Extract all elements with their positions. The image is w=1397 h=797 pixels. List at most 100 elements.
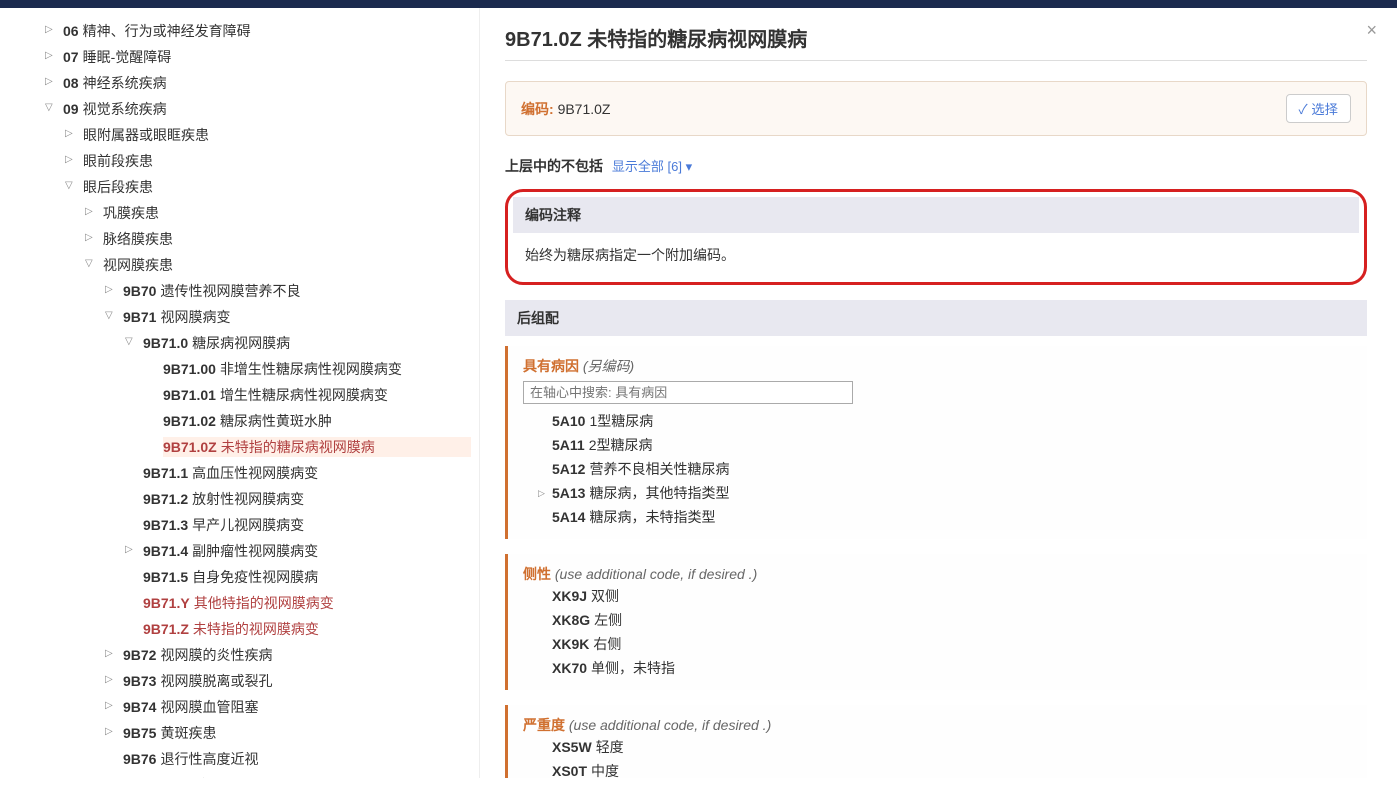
tree-toggle-icon[interactable]: ▽ xyxy=(45,102,59,113)
tree-label[interactable]: 9B71.0糖尿病视网膜病 xyxy=(143,333,471,353)
tree-label[interactable]: 9B71.Y其他特指的视网膜病变 xyxy=(143,593,471,613)
tree-item[interactable]: 9B71.01增生性糖尿病性视网膜病变 xyxy=(45,382,471,408)
tree-item[interactable]: 9B71.2放射性视网膜病变 xyxy=(45,486,471,512)
tree-item[interactable]: ▽ 眼后段疾患 xyxy=(45,174,471,200)
tree-label[interactable]: 09视觉系统疾病 xyxy=(63,99,471,119)
axis-search-input[interactable] xyxy=(523,381,853,404)
code-list-item[interactable]: 5A101型糖尿病 xyxy=(538,409,1352,433)
tree-toggle-icon[interactable]: ▽ xyxy=(125,336,139,347)
tree-toggle-icon[interactable]: ▷ xyxy=(125,544,139,555)
tree-label[interactable]: 9B71.3早产儿视网膜病变 xyxy=(143,515,471,535)
tree-item[interactable]: ▷ 9B75黄斑疾患 xyxy=(45,720,471,746)
tree-label[interactable]: 眼附属器或眼眶疾患 xyxy=(83,125,471,145)
tree-label[interactable]: 9B75黄斑疾患 xyxy=(123,723,471,743)
tree-item[interactable]: 9B71.00非增生性糖尿病性视网膜病变 xyxy=(45,356,471,382)
code-list-item[interactable]: XS0T中度 xyxy=(538,759,1352,778)
tree-item[interactable]: ▷ 眼附属器或眼眶疾患 xyxy=(45,122,471,148)
tree-label[interactable]: 9B71.0Z未特指的糖尿病视网膜病 xyxy=(163,437,471,457)
code-list-item[interactable]: XK9J双侧 xyxy=(538,584,1352,608)
tree-label[interactable]: 9B73视网膜脱离或裂孔 xyxy=(123,671,471,691)
tree-item[interactable]: ▷ 07睡眠-觉醒障碍 xyxy=(45,44,471,70)
tree-label[interactable]: 9B71.4副肿瘤性视网膜病变 xyxy=(143,541,471,561)
tree-item[interactable]: ▷ 巩膜疾患 xyxy=(45,200,471,226)
tree-label[interactable]: 9B71.01增生性糖尿病性视网膜病变 xyxy=(163,385,471,405)
tree-toggle-icon[interactable]: ▷ xyxy=(45,76,59,87)
tree-label[interactable]: 巩膜疾患 xyxy=(103,203,471,223)
tree-item[interactable]: ▷ 9B70遗传性视网膜营养不良 xyxy=(45,278,471,304)
tree-toggle-icon[interactable]: ▷ xyxy=(45,24,59,35)
code-list-item[interactable]: 5A112型糖尿病 xyxy=(538,433,1352,457)
tree-item[interactable]: ▷ 9B71.4副肿瘤性视网膜病变 xyxy=(45,538,471,564)
tree-toggle-icon[interactable]: ▷ xyxy=(105,648,119,659)
tree-toggle-icon[interactable]: ▷ xyxy=(65,128,79,139)
tree-item[interactable]: ▽ 09视觉系统疾病 xyxy=(45,96,471,122)
tree-label[interactable]: 9B71视网膜病变 xyxy=(123,307,471,327)
code-list-item[interactable]: XK70单侧，未特指 xyxy=(538,656,1352,680)
select-button[interactable]: ✓ 选择 xyxy=(1286,94,1351,123)
tree-toggle-icon[interactable]: ▷ xyxy=(105,674,119,685)
code-list-item[interactable]: ▷5A13糖尿病，其他特指类型 xyxy=(538,481,1352,505)
tree-label[interactable]: 9B71.5自身免疫性视网膜病 xyxy=(143,567,471,587)
tree-item[interactable]: ▷ 9B74视网膜血管阻塞 xyxy=(45,694,471,720)
tree-item[interactable]: 9B76退行性高度近视 xyxy=(45,746,471,772)
postcoord-group: 严重度 (use additional code, if desired .)X… xyxy=(505,705,1367,778)
tree-toggle-icon[interactable]: ▷ xyxy=(65,154,79,165)
code-list-item[interactable]: XK8G左侧 xyxy=(538,608,1352,632)
tree-item[interactable]: ▽ 9B71视网膜病变 xyxy=(45,304,471,330)
tree-toggle-icon[interactable]: ▷ xyxy=(85,206,99,217)
tree-item[interactable]: ▷ 06精神、行为或神经发育障碍 xyxy=(45,18,471,44)
tree-toggle-icon[interactable]: ▷ xyxy=(105,284,119,295)
tree-item[interactable]: ▷ 脉络膜疾患 xyxy=(45,226,471,252)
tree-item[interactable]: 9B71.Z未特指的视网膜病变 xyxy=(45,616,471,642)
tree-sidebar[interactable]: ▷ 06精神、行为或神经发育障碍 ▷ 07睡眠-觉醒障碍 ▷ 08神经系统疾病 ▽ 09视觉系… xyxy=(0,8,480,778)
code-list-item[interactable]: 5A14糖尿病，未特指类型 xyxy=(538,505,1352,529)
code-label: 编码: xyxy=(521,101,554,117)
tree-item[interactable]: 9B71.3早产儿视网膜病变 xyxy=(45,512,471,538)
group-subtitle: (use additional code, if desired .) xyxy=(555,566,757,582)
tree-label[interactable]: 视网膜疾患 xyxy=(103,255,471,275)
tree-item[interactable]: 9B71.02糖尿病性黄斑水肿 xyxy=(45,408,471,434)
tree-label[interactable]: 07睡眠-觉醒障碍 xyxy=(63,47,471,67)
postcoord-group: 侧性 (use additional code, if desired .)XK… xyxy=(505,554,1367,690)
tree-item[interactable]: ▷ 9B72视网膜的炎性疾病 xyxy=(45,642,471,668)
tree-toggle-icon[interactable]: ▷ xyxy=(45,50,59,61)
chevron-down-icon: ▾ xyxy=(686,159,693,174)
tree-item[interactable]: ▷ 08神经系统疾病 xyxy=(45,70,471,96)
tree-toggle-icon[interactable]: ▽ xyxy=(65,180,79,191)
tree-toggle-icon[interactable]: ▽ xyxy=(105,310,119,321)
tree-label[interactable]: 06精神、行为或神经发育障碍 xyxy=(63,21,471,41)
tree-label[interactable]: 9B71.Z未特指的视网膜病变 xyxy=(143,619,471,639)
tree-item[interactable]: ▽ 9B71.0糖尿病视网膜病 xyxy=(45,330,471,356)
tree-item[interactable]: ▽ 视网膜疾患 xyxy=(45,252,471,278)
tree-label[interactable]: 9B71.1高血压性视网膜病变 xyxy=(143,463,471,483)
code-list-item[interactable]: XK9K右侧 xyxy=(538,632,1352,656)
tree-toggle-icon[interactable]: ▷ xyxy=(105,700,119,711)
tree-item[interactable]: 9B71.5自身免疫性视网膜病 xyxy=(45,564,471,590)
tree-label[interactable]: 9B77Eales病 xyxy=(123,775,471,778)
tree-label[interactable]: 08神经系统疾病 xyxy=(63,73,471,93)
code-list-item[interactable]: 5A12营养不良相关性糖尿病 xyxy=(538,457,1352,481)
tree-label[interactable]: 9B74视网膜血管阻塞 xyxy=(123,697,471,717)
tree-toggle-icon[interactable]: ▽ xyxy=(85,258,99,269)
tree-label[interactable]: 9B71.02糖尿病性黄斑水肿 xyxy=(163,411,471,431)
tree-item[interactable]: ▷ 眼前段疾患 xyxy=(45,148,471,174)
tree-label[interactable]: 9B71.00非增生性糖尿病性视网膜病变 xyxy=(163,359,471,379)
tree-item[interactable]: 9B77Eales病 xyxy=(45,772,471,778)
tree-item[interactable]: ▷ 9B73视网膜脱离或裂孔 xyxy=(45,668,471,694)
show-all-link[interactable]: 显示全部 [6] ▾ xyxy=(612,159,692,174)
tree-label[interactable]: 9B76退行性高度近视 xyxy=(123,749,471,769)
tree-label[interactable]: 9B72视网膜的炎性疾病 xyxy=(123,645,471,665)
tree-toggle-icon[interactable]: ▷ xyxy=(85,232,99,243)
tree-label[interactable]: 脉络膜疾患 xyxy=(103,229,471,249)
tree-label[interactable]: 眼后段疾患 xyxy=(83,177,471,197)
tree-item[interactable]: 9B71.0Z未特指的糖尿病视网膜病 xyxy=(45,434,471,460)
tree-item[interactable]: 9B71.Y其他特指的视网膜病变 xyxy=(45,590,471,616)
tree-label[interactable]: 9B70遗传性视网膜营养不良 xyxy=(123,281,471,301)
tree-label[interactable]: 眼前段疾患 xyxy=(83,151,471,171)
close-button[interactable]: × xyxy=(1366,20,1377,41)
tree-item[interactable]: 9B71.1高血压性视网膜病变 xyxy=(45,460,471,486)
note-header: 编码注释 xyxy=(513,197,1359,233)
code-list-item[interactable]: XS5W轻度 xyxy=(538,735,1352,759)
tree-label[interactable]: 9B71.2放射性视网膜病变 xyxy=(143,489,471,509)
tree-toggle-icon[interactable]: ▷ xyxy=(105,726,119,737)
